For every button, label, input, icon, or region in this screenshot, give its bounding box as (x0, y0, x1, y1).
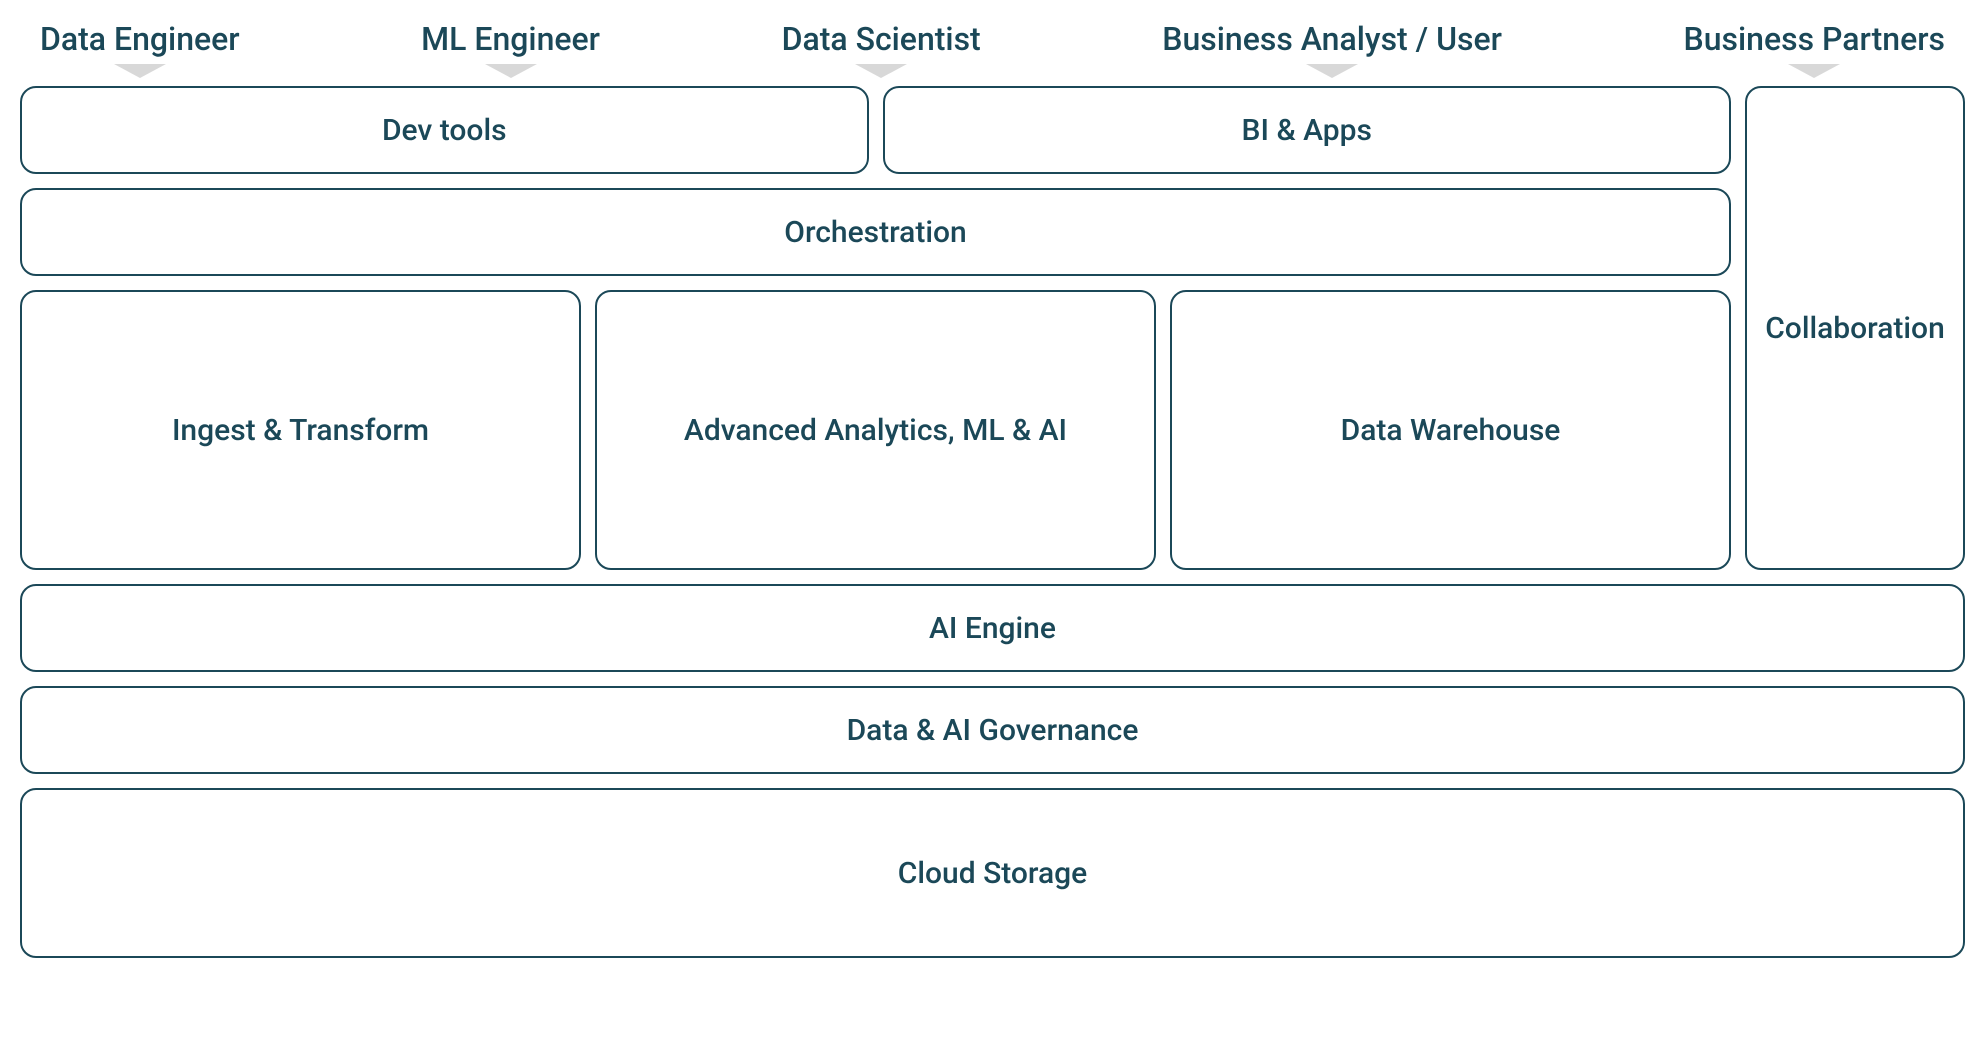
roles-row: Data Engineer ML Engineer Data Scientist… (20, 20, 1965, 78)
role-label: ML Engineer (421, 20, 600, 58)
box-label: Ingest & Transform (172, 413, 429, 448)
box-label: Orchestration (784, 215, 966, 250)
box-dev-tools: Dev tools (20, 86, 869, 174)
box-bi-apps: BI & Apps (883, 86, 1732, 174)
left-stack: Dev tools BI & Apps Orchestration Ingest… (20, 86, 1731, 570)
mid-row: Ingest & Transform Advanced Analytics, M… (20, 290, 1731, 570)
box-label: Data Warehouse (1341, 413, 1561, 448)
arrow-down-icon (1788, 64, 1840, 78)
spacer (20, 774, 1965, 788)
box-label: Advanced Analytics, ML & AI (684, 413, 1067, 448)
role-business-analyst: Business Analyst / User (1162, 20, 1502, 78)
upper-section: Dev tools BI & Apps Orchestration Ingest… (20, 86, 1965, 570)
arrow-down-icon (1306, 64, 1358, 78)
architecture-diagram: Data Engineer ML Engineer Data Scientist… (20, 20, 1965, 958)
role-label: Business Analyst / User (1162, 20, 1502, 58)
arrow-down-icon (855, 64, 907, 78)
box-label: Cloud Storage (898, 856, 1087, 891)
box-label: Collaboration (1765, 311, 1945, 346)
box-ai-engine: AI Engine (20, 584, 1965, 672)
box-governance: Data & AI Governance (20, 686, 1965, 774)
box-orchestration: Orchestration (20, 188, 1731, 276)
spacer (20, 570, 1965, 584)
tools-row: Dev tools BI & Apps (20, 86, 1731, 174)
box-label: AI Engine (929, 611, 1056, 646)
role-data-engineer: Data Engineer (40, 20, 240, 78)
box-label: BI & Apps (1242, 113, 1372, 148)
role-data-scientist: Data Scientist (782, 20, 981, 78)
box-collaboration: Collaboration (1745, 86, 1965, 570)
box-label: Dev tools (382, 113, 507, 148)
arrow-down-icon (114, 64, 166, 78)
role-label: Data Scientist (782, 20, 981, 58)
box-advanced-analytics: Advanced Analytics, ML & AI (595, 290, 1156, 570)
role-label: Data Engineer (40, 20, 240, 58)
role-label: Business Partners (1684, 20, 1945, 58)
box-cloud-storage: Cloud Storage (20, 788, 1965, 958)
box-label: Data & AI Governance (847, 713, 1139, 748)
box-data-warehouse: Data Warehouse (1170, 290, 1731, 570)
role-business-partners: Business Partners (1684, 20, 1945, 78)
box-ingest-transform: Ingest & Transform (20, 290, 581, 570)
arrow-down-icon (485, 64, 537, 78)
spacer (20, 672, 1965, 686)
role-ml-engineer: ML Engineer (421, 20, 600, 78)
